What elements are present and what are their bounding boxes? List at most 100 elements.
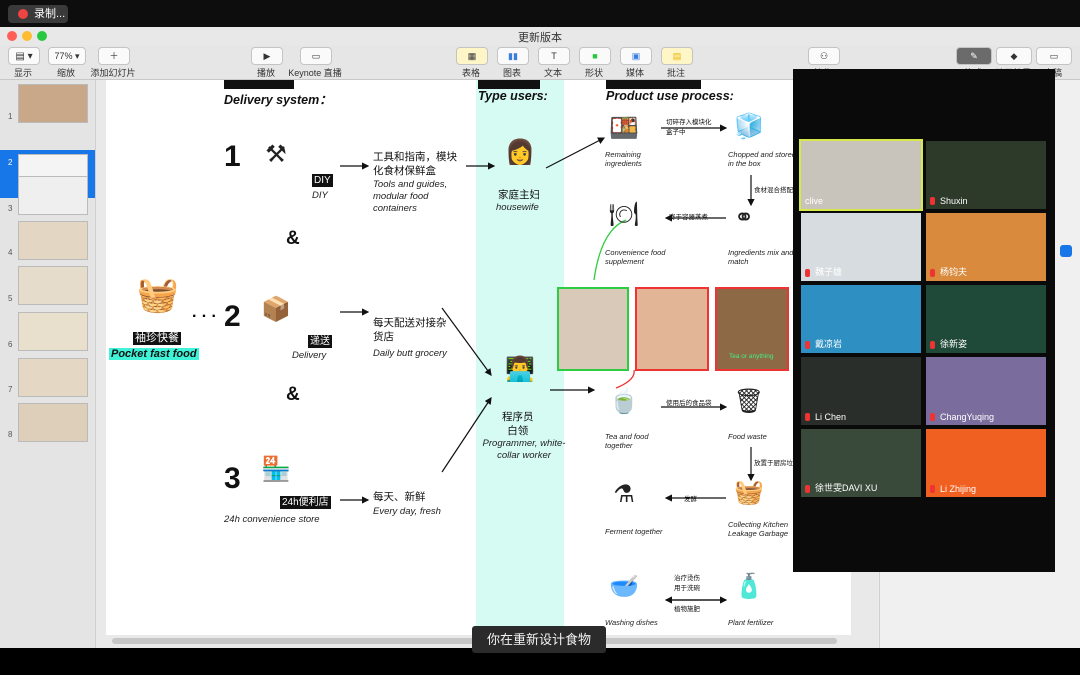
slide-number: 5 (8, 294, 13, 303)
participant-tile[interactable]: Li Zhijing (926, 429, 1046, 497)
keynote-live-label: Keynote 直播 (288, 68, 342, 78)
slide-number: 7 (8, 385, 13, 394)
slide-number: 8 (8, 430, 13, 439)
participant-tile[interactable]: 徐世雯DAVI XU (801, 429, 921, 497)
p-mix: Ingredients mix and match (728, 248, 794, 266)
p-mix-cn: 食材混合搭配 (754, 187, 793, 194)
participant-name: 杨钧夫 (940, 267, 968, 277)
photo-label: Tea or anything (729, 353, 774, 360)
format-button[interactable]: ✎ (956, 47, 992, 65)
title-bar: 更新版本 (0, 27, 1080, 45)
slide-thumbnail[interactable] (18, 312, 88, 351)
p-ferment-cn: 发酵 (684, 496, 697, 503)
participant-tile[interactable]: 魏子雄 (801, 213, 921, 281)
slide-thumbnail[interactable] (18, 221, 88, 260)
eating-icon: 🍵 (609, 388, 639, 415)
animate-button[interactable]: ◆ (996, 47, 1032, 65)
recording-label: 录制... (34, 8, 66, 20)
food-photo (635, 287, 709, 371)
p-remaining: Remaining ingredients (605, 150, 642, 168)
tea-photo: Tea or anything (715, 287, 789, 371)
slide-number: 2 (8, 158, 13, 167)
chart-icon: ▮▮ (508, 51, 518, 61)
stepper-control[interactable] (1060, 245, 1072, 257)
media-button[interactable]: ▣ (620, 47, 652, 65)
slide[interactable]: Delivery system： Type users: Product use… (106, 80, 851, 635)
text-label: 文本 (543, 68, 562, 78)
slide-thumbnail[interactable] (18, 266, 88, 305)
participant-tile[interactable]: 徐新姿 (926, 285, 1046, 353)
venn-icon: ⚭ (733, 204, 755, 231)
p-plant-cn: 植物施肥 (674, 606, 700, 613)
window-title: 更新版本 (518, 32, 562, 44)
participant-name: 戴凉岩 (815, 339, 843, 349)
strainer-icon: 🧺 (734, 479, 764, 506)
p-tea: Tea and food together (605, 432, 649, 450)
fermenter-icon: ⚗ (613, 481, 635, 508)
fertilizer-bottle-icon: 🧴 (734, 573, 764, 600)
participant-tile[interactable]: Shuxin (926, 141, 1046, 209)
participant-name: 徐世雯DAVI XU (815, 483, 878, 493)
view-button[interactable]: ▤ ▾ (8, 47, 40, 65)
muted-mic-icon (930, 485, 935, 493)
shape-button[interactable]: ■ (579, 47, 611, 65)
slide-thumbnail[interactable] (18, 84, 88, 123)
participant-tile[interactable]: 杨钧夫 (926, 213, 1046, 281)
slide-thumbnail[interactable] (18, 358, 88, 397)
animate-icon: ◆ (1010, 51, 1018, 61)
muted-mic-icon (930, 341, 935, 349)
muted-mic-icon (930, 197, 935, 205)
recording-bar: 录制... (0, 0, 1080, 27)
collaborate-icon: ⚇ (819, 51, 829, 61)
muted-mic-icon (930, 269, 935, 277)
text-icon: T (551, 51, 557, 61)
participant-name: 魏子雄 (815, 267, 843, 277)
p-used-cn: 使用后的食品袋 (666, 400, 712, 407)
slide-number: 1 (8, 112, 13, 121)
participant-tile[interactable]: 戴凉岩 (801, 285, 921, 353)
document-icon: ▭ (1049, 51, 1059, 61)
video-call-panel: clive Shuxin 魏子雄 杨钧夫戴凉岩 徐新姿 Li Chen ChangYuqin… (793, 69, 1055, 572)
comment-label: 批注 (666, 68, 685, 78)
slide-number: 4 (8, 248, 13, 257)
participant-tile[interactable]: ChangYuqing (926, 357, 1046, 425)
slide-thumbnail[interactable] (18, 176, 88, 215)
zoom-label: 缩放 (56, 68, 75, 78)
slide-thumbnail[interactable] (18, 403, 88, 442)
comment-icon: ▤ (672, 51, 682, 61)
p-cut-cn: 切碎存入模块化盒子中 (666, 119, 712, 136)
image-icon: ▣ (631, 51, 641, 61)
p-chopped: Chopped and stored in the box (728, 150, 796, 168)
slide-number: 3 (8, 204, 13, 213)
muted-mic-icon (930, 413, 935, 421)
p-convenience: Convenience food supplement (605, 248, 666, 266)
muted-mic-icon (805, 413, 810, 421)
collaborate-button[interactable]: ⚇ (808, 47, 840, 65)
text-button[interactable]: T (538, 47, 570, 65)
brush-icon: ✎ (970, 51, 978, 61)
slide-number: 6 (8, 340, 13, 349)
play-button[interactable]: ▶ (251, 47, 283, 65)
muted-mic-icon (805, 341, 810, 349)
p-fertilizer: Plant fertilizer (728, 618, 774, 627)
ingredients-icon: 🍱 (609, 115, 639, 142)
participant-tile[interactable]: clive (799, 139, 923, 211)
participant-name: ChangYuqing (940, 412, 995, 422)
shape-icon: ■ (592, 51, 598, 61)
zoom-select[interactable]: 77% ▾ (48, 47, 86, 65)
recording-button[interactable]: 录制... (8, 5, 68, 23)
table-button[interactable]: ▦ (456, 47, 488, 65)
participant-name: Li Chen (815, 412, 847, 422)
document-button[interactable]: ▭ (1036, 47, 1072, 65)
shape-label: 形状 (584, 68, 603, 78)
comment-button[interactable]: ▤ (661, 47, 693, 65)
add-slide-button[interactable]: ＋ (98, 47, 130, 65)
keynote-live-button[interactable]: ▭ (300, 47, 332, 65)
chart-button[interactable]: ▮▮ (497, 47, 529, 65)
participant-tile[interactable]: Li Chen (801, 357, 921, 425)
sidebar-icon: ▤ ▾ (15, 51, 33, 62)
p-ferment: Ferment together (605, 527, 663, 536)
participant-name: Shuxin (940, 196, 968, 206)
muted-mic-icon (805, 269, 810, 277)
participant-name: 徐新姿 (940, 339, 968, 349)
